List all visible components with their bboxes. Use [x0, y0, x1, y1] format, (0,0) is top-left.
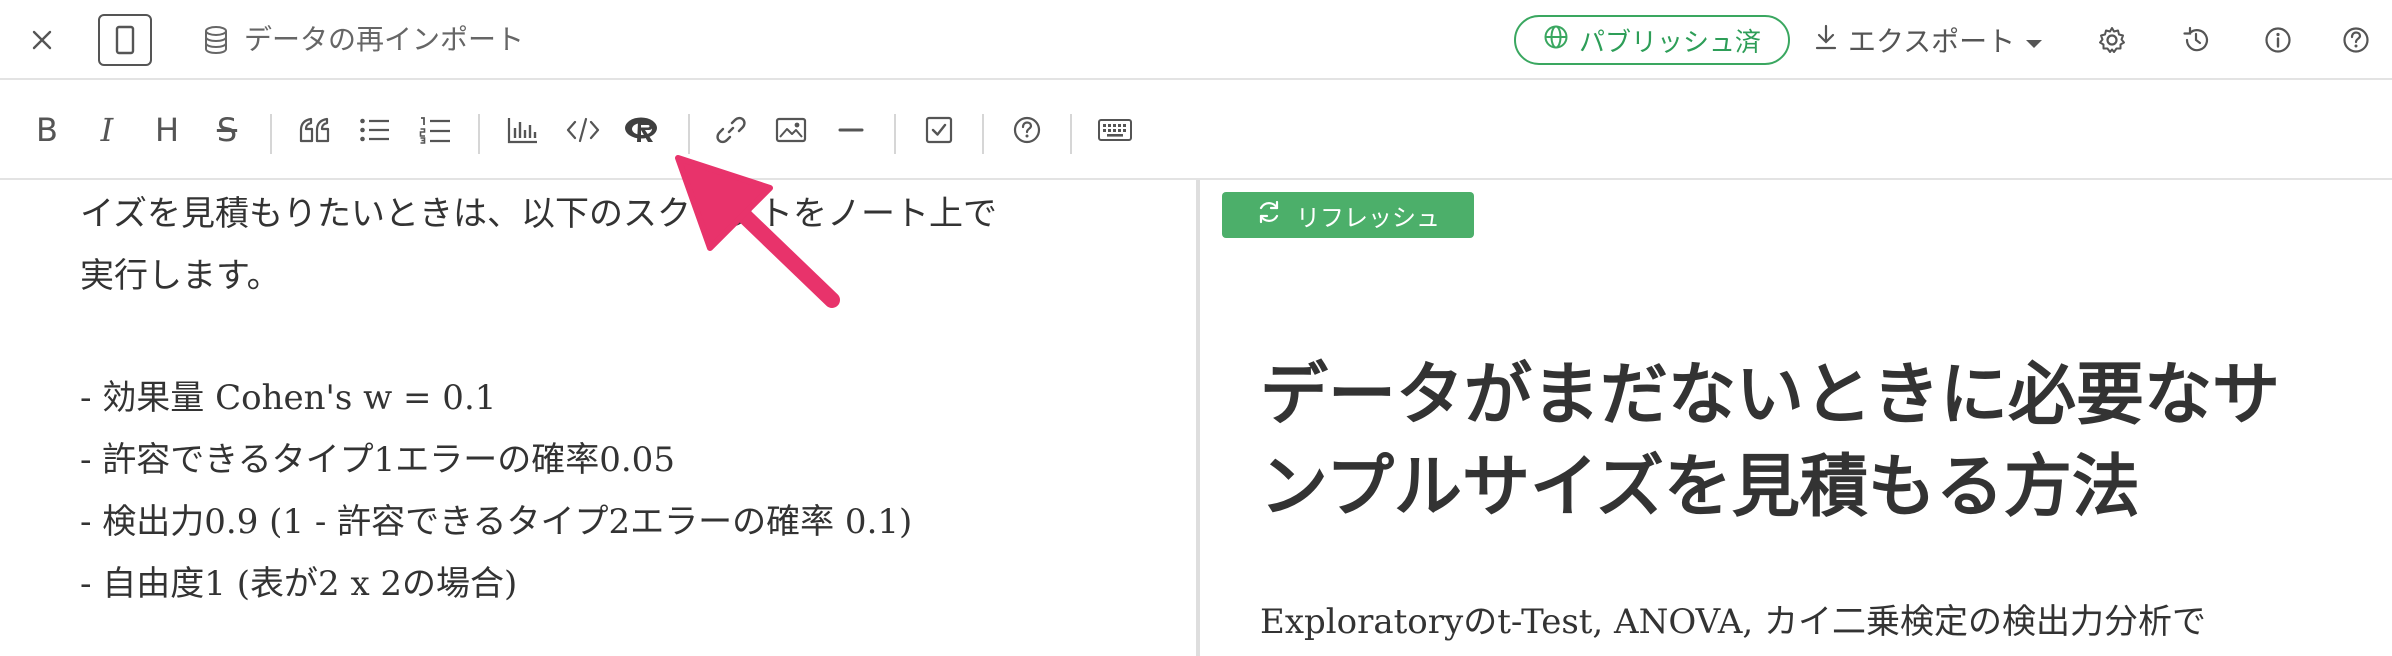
publish-button[interactable]: パブリッシュ済 — [1514, 15, 1790, 65]
top-bar: データの再インポート パブリッシュ済 エクスポート — [0, 0, 2392, 80]
toolbar-divider — [894, 114, 896, 154]
close-icon[interactable] — [22, 20, 62, 60]
image-icon[interactable] — [764, 100, 818, 160]
question-icon[interactable] — [1000, 100, 1054, 160]
caret-down-icon — [2025, 24, 2043, 57]
italic-button[interactable]: I — [80, 100, 134, 160]
strikethrough-button[interactable]: S — [200, 100, 254, 160]
bullet-list-icon[interactable] — [348, 100, 402, 160]
toolbar-divider — [982, 114, 984, 154]
editor-line: - 許容できるタイプ1エラーの確率0.05 — [80, 440, 675, 480]
document-title[interactable]: データの再インポート — [244, 22, 524, 58]
editor-line: - 効果量 Cohen's w = 0.1 — [80, 378, 497, 418]
export-label: エクスポート — [1848, 25, 2016, 58]
preview-title-line: データがまだないときに必要なサ — [1260, 356, 2281, 435]
info-icon[interactable] — [2258, 20, 2298, 60]
heading-button[interactable]: H — [140, 100, 194, 160]
keyboard-icon[interactable] — [1088, 100, 1142, 160]
bold-button[interactable]: B — [20, 100, 74, 160]
editor-line: 実行します。 — [80, 256, 281, 296]
code-icon[interactable] — [556, 100, 610, 160]
database-icon — [200, 24, 232, 56]
link-icon[interactable] — [704, 100, 758, 160]
refresh-button[interactable]: リフレッシュ — [1222, 192, 1474, 238]
preview-title: データがまだないときに必要なサ ンプルサイズを見積もる方法 — [1260, 350, 2320, 534]
question-icon[interactable] — [2336, 20, 2376, 60]
r-script-icon[interactable] — [616, 100, 670, 160]
download-icon — [1814, 23, 1838, 58]
toolbar-divider — [1070, 114, 1072, 154]
checkbox-icon[interactable] — [912, 100, 966, 160]
refresh-label: リフレッシュ — [1296, 203, 1440, 232]
toolbar-divider — [478, 114, 480, 154]
preview-body-text: Exploratoryのt-Test, ANOVA, カイ二乗検定の検出力分析で — [1260, 602, 2207, 642]
editor-line: イズを見積もりたいときは、以下のスクリプトをノート上で — [80, 194, 997, 234]
history-icon[interactable] — [2176, 20, 2216, 60]
formatting-toolbar: B I H S — [0, 80, 2392, 180]
gear-icon[interactable] — [2092, 20, 2132, 60]
single-pane-icon[interactable] — [98, 14, 152, 66]
quote-icon[interactable] — [288, 100, 342, 160]
preview-pane: リフレッシュ データがまだないときに必要なサ ンプルサイズを見積もる方法 Exp… — [1200, 180, 2392, 656]
globe-icon — [1543, 24, 1569, 57]
editor-line: - 自由度1 (表が2 x 2の場合) — [80, 564, 518, 604]
toolbar-divider — [688, 114, 690, 154]
refresh-icon — [1256, 199, 1282, 231]
horizontal-rule-icon[interactable] — [824, 100, 878, 160]
editor-line: - 検出力0.9 (1 - 許容できるタイプ2エラーの確率 0.1) — [80, 502, 913, 542]
export-button[interactable]: エクスポート — [1814, 20, 2043, 60]
preview-title-line: ンプルサイズを見積もる方法 — [1260, 448, 2140, 527]
publish-label: パブリッシュ済 — [1578, 27, 1761, 58]
markdown-editor[interactable]: イズを見積もりたいときは、以下のスクリプトをノート上で 実行します。 - 効果量… — [0, 180, 1196, 656]
chart-icon[interactable] — [496, 100, 550, 160]
toolbar-divider — [270, 114, 272, 154]
numbered-list-icon[interactable] — [408, 100, 462, 160]
